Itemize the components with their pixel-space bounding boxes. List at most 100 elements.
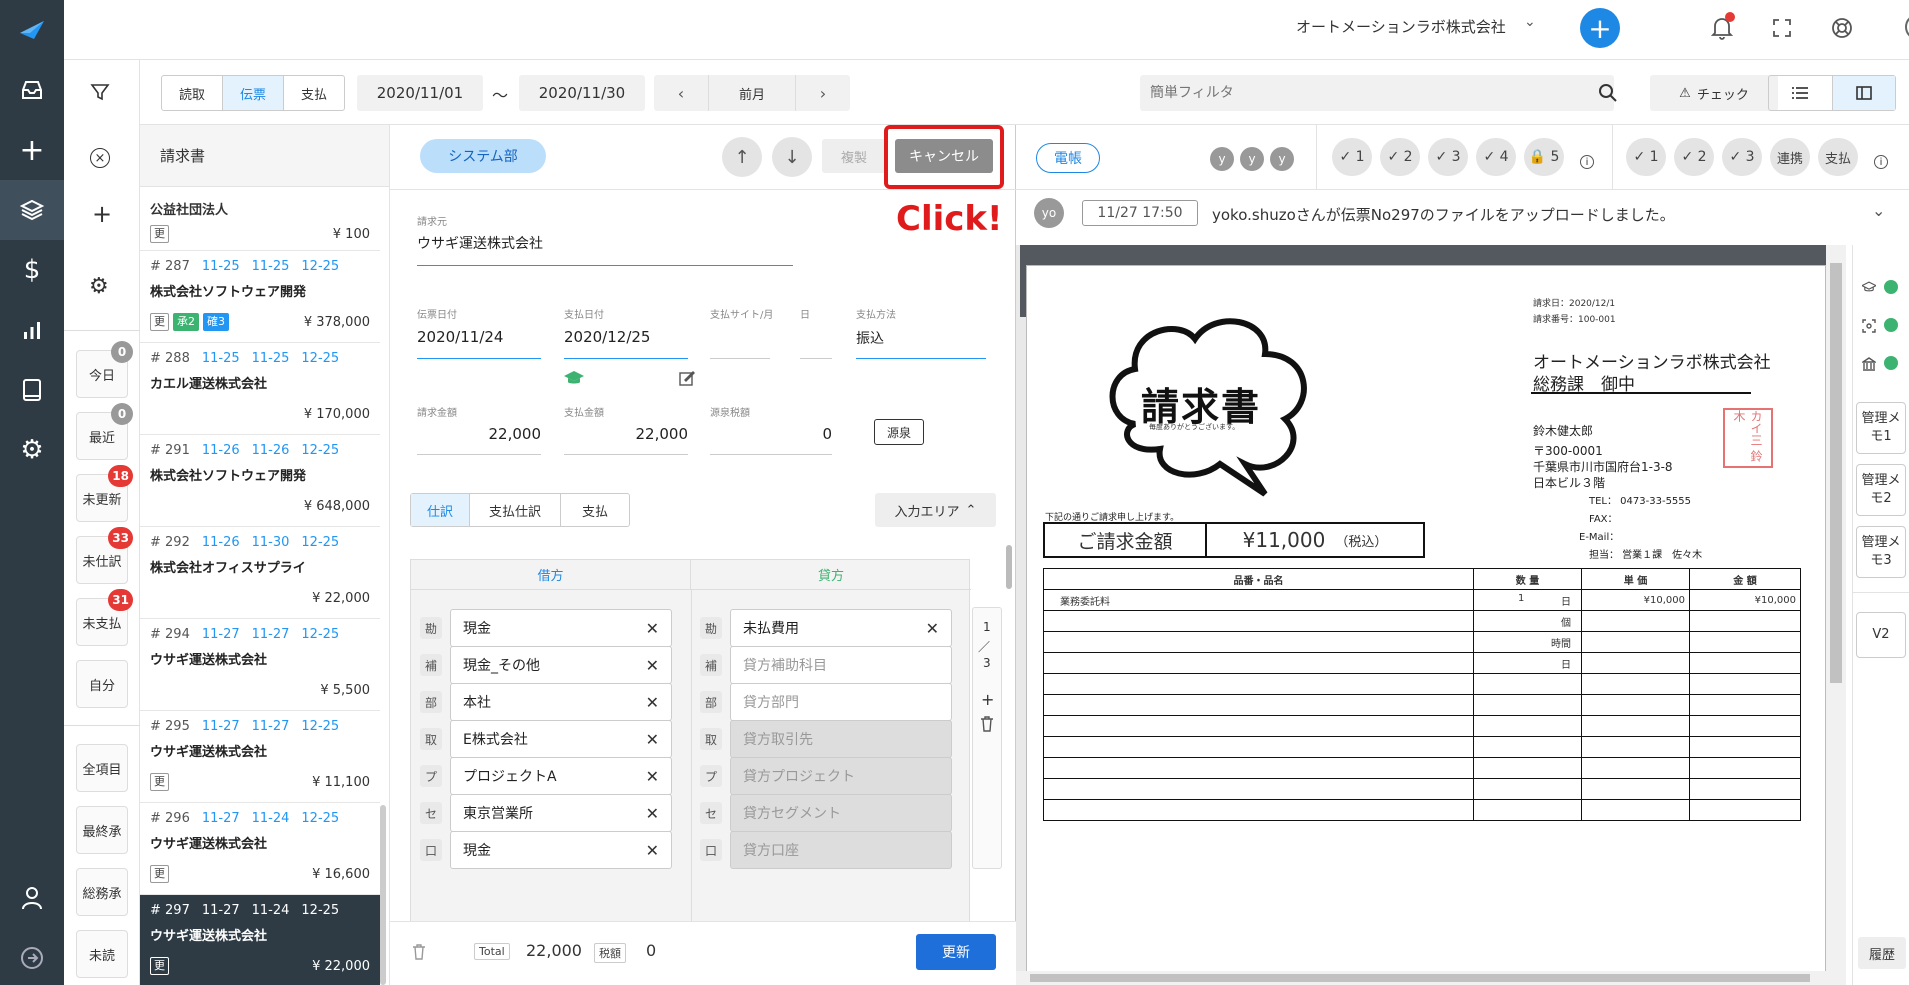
list-item[interactable]: # 291 11-26 11-26 12-25 株式会社ソフトウェア開発 ¥ 648,… [140, 435, 380, 527]
graduation-cap-icon[interactable] [1860, 281, 1878, 297]
filter-general-approval-button[interactable]: 総務承 [76, 868, 128, 916]
list-view-icon[interactable] [1769, 76, 1832, 110]
avatar[interactable]: y [1240, 147, 1264, 171]
arrow-down-icon[interactable]: ↓ [772, 137, 812, 177]
filter-all-button[interactable]: 全項目 [76, 744, 128, 792]
pay-method-field[interactable]: 振込 [856, 328, 884, 348]
check-step-5-locked[interactable]: 🔒 5 [1524, 138, 1564, 176]
input-area-button[interactable]: 入力エリア ⌃ [875, 493, 996, 527]
debit-field[interactable]: プロジェクトA ✕ [450, 757, 672, 795]
check-button[interactable]: ⚠ チェック [1650, 75, 1778, 111]
clear-close-icon[interactable]: ✕ [646, 619, 659, 638]
segment-slip[interactable]: 伝票 [222, 76, 284, 110]
clear-close-icon[interactable]: ✕ [646, 693, 659, 712]
copy-button[interactable]: 複製 [822, 139, 886, 173]
bar-chart-icon[interactable] [0, 300, 64, 360]
approval-step-3[interactable]: ✓ 3 [1722, 138, 1762, 176]
filter-final-approval-button[interactable]: 最終承 [76, 806, 128, 854]
credit-field[interactable]: 貸方プロジェクト [730, 757, 952, 795]
inbox-icon[interactable] [0, 60, 64, 120]
memo1-button[interactable]: 管理メモ1 [1856, 402, 1906, 454]
create-new-button[interactable]: + [1580, 8, 1620, 48]
avatar[interactable]: y [1210, 147, 1234, 171]
list-scrollbar[interactable] [380, 805, 386, 985]
v2-button[interactable]: V2 [1856, 612, 1906, 658]
approval-step-2[interactable]: ✓ 2 [1674, 138, 1714, 176]
link-button[interactable]: 連携 [1770, 138, 1810, 176]
clear-close-icon[interactable]: ✕ [646, 804, 659, 823]
check-step-4[interactable]: ✓ 4 [1476, 138, 1516, 176]
next-month-chevron-icon[interactable]: › [796, 75, 850, 111]
clear-filter-icon[interactable]: × [90, 148, 110, 168]
info-icon[interactable]: i [1874, 155, 1888, 169]
segment-pay[interactable]: 支払 [284, 76, 344, 110]
check-step-2[interactable]: ✓ 2 [1380, 138, 1420, 176]
issuer-field[interactable]: ウサギ運送株式会社 [417, 233, 543, 253]
simple-filter-input[interactable] [1150, 80, 1570, 106]
list-item[interactable]: # 294 11-27 11-27 12-25 ウサギ運送株式会社 ¥ 5,500 [140, 619, 380, 711]
clear-close-icon[interactable]: ✕ [646, 841, 659, 860]
viewer-horizontal-scrollbar[interactable] [1016, 971, 1846, 985]
company-name[interactable]: オートメーションラボ株式会社 [1296, 16, 1506, 37]
approval-step-1[interactable]: ✓ 1 [1626, 138, 1666, 176]
add-filter-icon[interactable]: + [92, 200, 112, 228]
filter-settings-gear-icon[interactable]: ⚙ [89, 274, 109, 299]
filter-self-button[interactable]: 自分 [76, 660, 128, 708]
scan-icon[interactable] [1862, 319, 1876, 337]
app-logo-icon[interactable] [0, 0, 64, 60]
segment-read[interactable]: 読取 [162, 76, 222, 110]
delete-slip-trash-icon[interactable] [412, 944, 426, 964]
bank-icon[interactable] [1860, 357, 1878, 375]
credit-field[interactable]: 貸方セグメント [730, 794, 952, 832]
slip-date-field[interactable]: 2020/11/24 [417, 328, 503, 346]
debit-field[interactable]: 本社 ✕ [450, 683, 672, 721]
check-step-3[interactable]: ✓ 3 [1428, 138, 1468, 176]
debit-field[interactable]: 現金 ✕ [450, 831, 672, 869]
clear-close-icon[interactable]: ✕ [926, 619, 939, 638]
prev-month-button[interactable]: 前月 [708, 75, 796, 111]
support-lifebuoy-icon[interactable] [1830, 16, 1854, 44]
dollar-icon[interactable]: $ [0, 240, 64, 300]
list-item[interactable]: # 292 11-26 11-30 12-25 株式会社オフィスサプライ ¥ 22,0… [140, 527, 380, 619]
split-view-icon[interactable] [1831, 76, 1895, 110]
history-button[interactable]: 履歴 [1858, 937, 1906, 969]
date-from-input[interactable]: 2020/11/01 [357, 75, 483, 111]
pay-amount-field[interactable]: 22,000 [564, 425, 689, 443]
viewer-scrollbar[interactable] [1826, 245, 1846, 985]
delete-row-trash-icon[interactable] [980, 716, 994, 736]
department-chip[interactable]: システム部 [420, 139, 546, 173]
company-chevron-down-icon[interactable]: ⌄ [1524, 14, 1536, 30]
list-item[interactable]: # 287 11-25 11-25 12-25 株式会社ソフトウェア開発 更承2 確3 … [140, 251, 380, 343]
list-item[interactable]: # 295 11-27 11-27 12-25 ウサギ運送株式会社 更 ¥ 11,10… [140, 711, 380, 803]
help-icon[interactable]: ? [1905, 14, 1909, 40]
settings-gear-icon[interactable]: ⚙ [0, 420, 64, 480]
add-row-icon[interactable]: + [981, 690, 994, 709]
list-item[interactable]: 公益社団法人 更 ¥ 100 [140, 187, 380, 251]
info-icon[interactable]: i [1580, 155, 1594, 169]
clear-close-icon[interactable]: ✕ [646, 730, 659, 749]
filter-today-button[interactable]: 今日 0 [76, 341, 133, 398]
withholding-button[interactable]: 源泉 [874, 419, 924, 445]
filter-unupdated-button[interactable]: 未更新 18 [76, 465, 133, 522]
book-icon[interactable] [0, 360, 64, 420]
pay-date-field[interactable]: 2020/12/25 [564, 328, 650, 346]
tab-pay-journal[interactable]: 支払仕訳 [469, 494, 561, 526]
graduation-cap-icon[interactable] [564, 370, 584, 390]
list-item-selected[interactable]: # 297 11-27 11-24 12-25 ウサギ運送株式会社 更 ¥ 22,00… [140, 895, 380, 985]
filter-recent-button[interactable]: 最近 0 [76, 403, 133, 460]
date-to-input[interactable]: 2020/11/30 [519, 75, 645, 111]
list-item[interactable]: # 296 11-27 11-24 12-25 ウサギ運送株式会社 更 ¥ 16,60… [140, 803, 380, 895]
debit-field[interactable]: E株式会社 ✕ [450, 720, 672, 758]
list-item[interactable]: # 288 11-25 11-25 12-25 カエル運送株式会社 ¥ 170,000 [140, 343, 380, 435]
bill-amount-field[interactable]: 22,000 [417, 425, 542, 443]
check-step-1[interactable]: ✓ 1 [1332, 138, 1372, 176]
edit-icon[interactable] [679, 370, 695, 390]
debit-field[interactable]: 東京営業所 ✕ [450, 794, 672, 832]
form-scrollbar[interactable] [1006, 545, 1012, 589]
credit-field[interactable]: 貸方取引先 [730, 720, 952, 758]
notification-bell-icon[interactable] [1710, 12, 1735, 44]
filter-unread-button[interactable]: 未読 [76, 930, 128, 978]
arrow-up-icon[interactable]: ↑ [722, 137, 762, 177]
debit-field[interactable]: 現金 ✕ [450, 609, 672, 647]
avatar[interactable]: y [1270, 147, 1294, 171]
